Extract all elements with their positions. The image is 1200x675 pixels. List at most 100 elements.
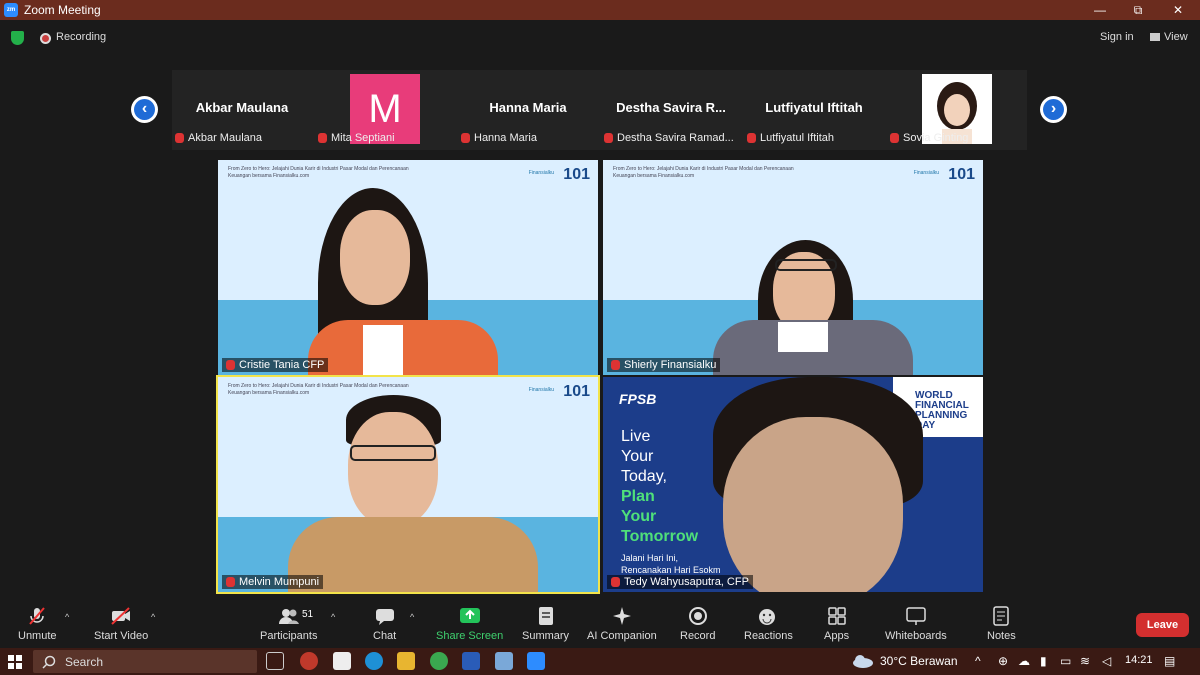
- slogan-sub-line: Jalani Hari Ini,: [621, 553, 679, 563]
- chat-button[interactable]: Chat: [373, 606, 396, 642]
- strip-tile-label: Akbar Maulana: [175, 132, 262, 144]
- unmute-button[interactable]: Unmute: [18, 606, 57, 642]
- taskbar-search[interactable]: Search: [33, 650, 257, 673]
- glasses-icon: [775, 259, 837, 271]
- weather-label[interactable]: 30°C Berawan: [880, 654, 958, 668]
- participant-face: [723, 417, 903, 592]
- chrome-icon[interactable]: [430, 652, 448, 670]
- mic-muted-icon: [611, 360, 620, 370]
- tray-icon[interactable]: ☁: [1018, 654, 1030, 668]
- apps-icon: [826, 606, 848, 626]
- sign-in-link[interactable]: Sign in: [1100, 31, 1134, 43]
- notes-button[interactable]: Notes: [987, 606, 1016, 642]
- calendar-icon[interactable]: [333, 652, 351, 670]
- reactions-button[interactable]: Reactions: [744, 606, 793, 642]
- view-grid-icon[interactable]: [1150, 33, 1160, 41]
- brand-logo: Finansialku: [528, 170, 554, 176]
- chat-caret-icon[interactable]: ^: [410, 612, 414, 622]
- mic-muted-icon: [226, 577, 235, 587]
- strip-tile-label: Mita Septiani: [318, 132, 395, 144]
- close-button[interactable]: ✕: [1160, 0, 1196, 20]
- video-tile[interactable]: From Zero to Hero: Jelajahi Dunia Karir …: [603, 160, 983, 375]
- whiteboard-icon: [905, 606, 927, 626]
- windows-start-icon[interactable]: [8, 655, 22, 669]
- app-icon[interactable]: [495, 652, 513, 670]
- apps-button[interactable]: Apps: [824, 606, 849, 642]
- notification-icon[interactable]: ▤: [1164, 654, 1175, 668]
- strip-next-button[interactable]: ›: [1040, 96, 1067, 123]
- audio-options-caret-icon[interactable]: ^: [65, 612, 69, 622]
- participant-shirt-inner: [363, 325, 403, 375]
- video-tile[interactable]: FPSB Live Your Today, Plan Your Tomorrow…: [603, 377, 983, 592]
- whiteboards-label: Whiteboards: [885, 630, 947, 642]
- edge-icon[interactable]: [365, 652, 383, 670]
- participants-caret-icon[interactable]: ^: [331, 612, 335, 622]
- search-icon: [42, 655, 56, 669]
- strip-tile-label: Lutfiyatul Iftitah: [747, 132, 834, 144]
- battery-icon[interactable]: ▭: [1060, 654, 1071, 668]
- glasses-icon: [350, 445, 436, 461]
- summary-label: Summary: [522, 630, 570, 642]
- weather-cloud-icon: [852, 654, 874, 668]
- ai-companion-button[interactable]: AI Companion: [587, 606, 657, 642]
- microphone-icon[interactable]: ▮: [1040, 654, 1047, 668]
- participant-name-tag: Cristie Tania CFP: [222, 358, 329, 372]
- whiteboards-button[interactable]: Whiteboards: [885, 606, 947, 642]
- mic-muted-icon: [26, 606, 48, 626]
- participant-face: [348, 412, 438, 527]
- strip-prev-button[interactable]: ‹: [131, 96, 158, 123]
- slogan-sub: Jalani Hari Ini, Rencanakan Hari Esokm: [621, 552, 721, 576]
- apps-label: Apps: [824, 630, 850, 642]
- brand-101: 101: [563, 383, 590, 400]
- chat-icon: [374, 606, 396, 626]
- slogan-line: Your: [621, 508, 657, 525]
- file-explorer-icon[interactable]: [397, 652, 415, 670]
- leave-button[interactable]: Leave: [1136, 613, 1189, 637]
- restore-button[interactable]: ⧉: [1120, 0, 1156, 20]
- share-screen-icon: [459, 606, 481, 626]
- chevron-right-icon: ›: [1043, 99, 1064, 120]
- participant-collar: [778, 322, 828, 352]
- brand-101: 101: [563, 166, 590, 183]
- window-title: Zoom Meeting: [24, 3, 101, 17]
- reactions-label: Reactions: [744, 630, 793, 642]
- mic-muted-icon: [226, 360, 235, 370]
- volume-icon[interactable]: ◁: [1102, 654, 1111, 668]
- strip-tile-name: Lutfiyatul Iftitah: [765, 100, 863, 115]
- summary-button[interactable]: Summary: [522, 606, 569, 642]
- taskbar-search-label: Search: [65, 654, 104, 669]
- video-options-caret-icon[interactable]: ^: [151, 612, 155, 622]
- view-button[interactable]: View: [1164, 31, 1188, 43]
- start-video-button[interactable]: Start Video: [94, 606, 148, 642]
- unmute-label: Unmute: [18, 630, 57, 642]
- participant-name-tag: Tedy Wahyusaputra, CFP: [607, 575, 753, 589]
- ai-companion-label: AI Companion: [587, 630, 657, 642]
- slogan-line: Tomorrow: [621, 528, 699, 545]
- word-icon[interactable]: [462, 652, 480, 670]
- slogan-line: Your: [621, 448, 654, 465]
- clock-time[interactable]: 14:21: [1125, 654, 1153, 666]
- slogan: Live Your Today, Plan Your Tomorrow: [621, 427, 698, 547]
- record-button[interactable]: Record: [680, 606, 715, 642]
- recording-label[interactable]: Recording: [56, 31, 106, 43]
- video-tile-active-speaker[interactable]: From Zero to Hero: Jelajahi Dunia Karir …: [216, 375, 600, 594]
- strip-tile-name: Akbar Maulana: [195, 100, 289, 115]
- zoom-taskbar-icon[interactable]: [527, 652, 545, 670]
- record-icon: [687, 606, 709, 626]
- strip-tile-label: Sovia Ginting: [890, 132, 968, 144]
- video-tile[interactable]: From Zero to Hero: Jelajahi Dunia Karir …: [218, 160, 598, 375]
- security-shield-icon[interactable]: [11, 31, 24, 45]
- task-view-icon[interactable]: [266, 652, 284, 670]
- slogan-line: Today,: [621, 468, 667, 485]
- wfpd-line: DAY: [915, 420, 936, 431]
- tray-chevron-icon[interactable]: ^: [975, 654, 981, 668]
- participant-shirt: [288, 517, 538, 592]
- opera-icon[interactable]: [300, 652, 318, 670]
- mic-muted-icon: [890, 133, 899, 143]
- fpsb-logo: FPSB: [619, 391, 657, 407]
- brand-logo: Finansialku: [528, 387, 554, 393]
- tray-icon[interactable]: ⊕: [998, 654, 1008, 668]
- wifi-icon[interactable]: ≋: [1080, 654, 1090, 668]
- minimize-button[interactable]: —: [1082, 0, 1118, 20]
- share-screen-button[interactable]: Share Screen: [436, 606, 503, 642]
